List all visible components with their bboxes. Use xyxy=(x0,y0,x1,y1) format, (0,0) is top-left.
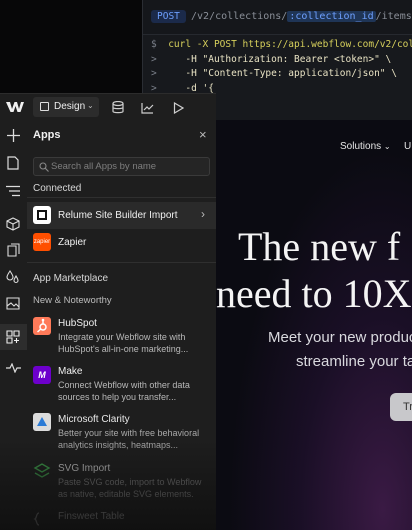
finsweet-logo-icon xyxy=(33,510,51,528)
code-line: -H "Authorization: Bearer <token>" \ xyxy=(162,53,392,65)
prompt: > xyxy=(151,68,157,79)
marketplace-app-finsweet-table[interactable]: Finsweet Table xyxy=(27,508,216,530)
search-input[interactable]: Search all Apps by name xyxy=(33,157,210,176)
code-line: -d '{ xyxy=(162,82,214,94)
divider xyxy=(27,262,216,263)
panel-title: Apps xyxy=(33,129,61,141)
curl-code: $ curl -X POST https://api.webflow.com/v… xyxy=(151,38,412,96)
clarity-logo-icon xyxy=(33,413,51,431)
path-suffix: /items/li xyxy=(375,11,412,22)
app-name: Relume Site Builder Import xyxy=(58,210,178,221)
hubspot-logo-icon xyxy=(33,317,51,335)
design-mode-dropdown[interactable]: Design ⌄ xyxy=(33,97,99,117)
trial-button[interactable]: Tr xyxy=(390,393,412,421)
mode-label: Design xyxy=(54,101,86,112)
connected-heading: Connected xyxy=(33,183,82,194)
add-icon[interactable] xyxy=(7,129,20,147)
subline-2: streamline your ta xyxy=(296,353,412,370)
page-icon[interactable] xyxy=(7,156,19,175)
prompt: > xyxy=(151,53,157,65)
chevron-down-icon: ⌄ xyxy=(87,101,94,110)
style-drops-icon[interactable] xyxy=(6,270,20,289)
apps-icon[interactable] xyxy=(0,324,27,350)
app-description: analytics insights, heatmaps... xyxy=(58,440,179,450)
app-description: Paste SVG code, import to Webflow xyxy=(58,477,202,487)
apps-panel: Apps × Search all Apps by name Connected… xyxy=(27,121,216,530)
play-icon[interactable] xyxy=(173,101,185,119)
path-prefix: /v2/collections/ xyxy=(191,11,288,22)
zapier-logo-icon: zapier xyxy=(33,233,51,251)
app-name: Make xyxy=(58,366,83,377)
audit-pulse-icon[interactable] xyxy=(6,360,21,378)
components-icon[interactable] xyxy=(6,217,20,236)
app-description: Better your site with free behavioral xyxy=(58,428,200,438)
nav-solutions[interactable]: Solutions ⌄ xyxy=(340,141,391,152)
editor-toolbar: Design ⌄ xyxy=(0,93,216,123)
make-logo-icon: M xyxy=(33,366,51,384)
headline-line-2: need to 10X xyxy=(216,271,412,316)
app-name: SVG Import xyxy=(58,463,111,474)
database-icon[interactable] xyxy=(112,100,124,119)
connected-app-zapier[interactable]: zapier Zapier xyxy=(27,229,216,256)
endpoint-path: /v2/collections/:collection_id/items/li xyxy=(191,11,412,22)
marketplace-app-make[interactable]: M Make Connect Webflow with other data s… xyxy=(27,363,216,407)
nav-next[interactable]: U xyxy=(404,141,411,152)
app-description: HubSpot's all-in-one marketing... xyxy=(58,344,189,354)
navigator-icon[interactable] xyxy=(6,184,20,202)
app-name: Finsweet Table xyxy=(58,511,125,522)
svg-import-logo-icon xyxy=(33,462,51,480)
cms-icon[interactable] xyxy=(7,243,20,262)
webflow-logo-icon[interactable] xyxy=(6,100,24,114)
chevron-down-icon: ⌄ xyxy=(383,142,391,151)
close-icon[interactable]: × xyxy=(199,127,207,142)
relume-logo-icon xyxy=(33,206,51,224)
code-line: -H "Content-Type: application/json" \ xyxy=(162,68,397,79)
marketplace-app-hubspot[interactable]: HubSpot Integrate your Webflow site with… xyxy=(27,315,216,359)
divider xyxy=(27,197,216,198)
http-method-badge: POST xyxy=(151,10,186,23)
marketplace-app-clarity[interactable]: Microsoft Clarity Better your site with … xyxy=(27,411,216,455)
assets-image-icon[interactable] xyxy=(6,297,20,315)
site-preview: Solutions ⌄ U The new f need to 10X Meet… xyxy=(216,120,412,530)
subline-1: Meet your new product xyxy=(268,329,412,346)
search-placeholder: Search all Apps by name xyxy=(51,161,157,172)
search-icon xyxy=(39,162,49,172)
marketplace-app-svg-import[interactable]: SVG Import Paste SVG code, import to Web… xyxy=(27,460,216,504)
app-name: Zapier xyxy=(58,237,87,248)
analyze-chart-icon[interactable] xyxy=(141,101,154,119)
endpoint-header: POST /v2/collections/:collection_id/item… xyxy=(143,0,412,35)
app-name: HubSpot xyxy=(58,318,97,329)
cursor-icon xyxy=(40,102,49,111)
chevron-right-icon[interactable]: › xyxy=(201,207,205,221)
left-tool-rail xyxy=(0,121,28,530)
new-noteworthy-heading: New & Noteworthy xyxy=(33,295,112,306)
prompt: > xyxy=(151,82,157,94)
app-description: Integrate your Webflow site with xyxy=(58,332,186,342)
app-description: sources to help you transfer... xyxy=(58,392,177,402)
app-name: Microsoft Clarity xyxy=(58,414,130,425)
prompt: $ xyxy=(151,39,157,50)
headline-line-1: The new f xyxy=(238,224,401,269)
code-line: curl -X POST https://api.webflow.com/v2/… xyxy=(168,39,412,50)
app-description: Connect Webflow with other data xyxy=(58,380,190,390)
marketplace-heading: App Marketplace xyxy=(33,273,109,284)
app-description: as native, editable SVG elements. xyxy=(58,489,194,499)
path-param: :collection_id xyxy=(287,11,376,22)
connected-app-relume[interactable]: Relume Site Builder Import › xyxy=(27,202,216,229)
